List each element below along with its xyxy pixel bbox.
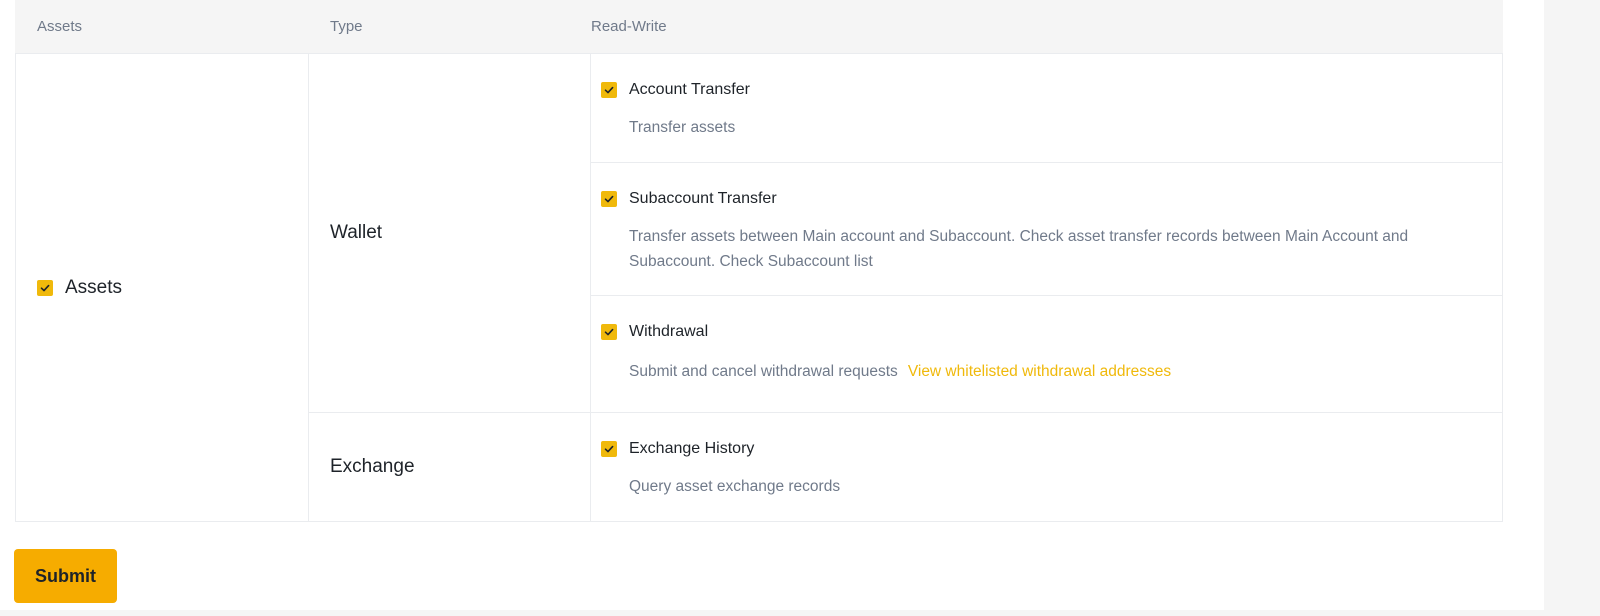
view-whitelist-link[interactable]: View whitelisted withdrawal addresses	[908, 363, 1171, 380]
table-body: Assets Wallet Account Transfer Transfer …	[15, 54, 1503, 522]
check-icon	[604, 328, 614, 336]
assets-cell: Assets	[16, 54, 309, 521]
group-wallet: Wallet Account Transfer Transfer assets	[309, 54, 1502, 413]
check-icon	[604, 445, 614, 453]
subaccount-transfer-title: Subaccount Transfer	[629, 190, 777, 207]
withdrawal-desc: Submit and cancel withdrawal requests Vie…	[629, 359, 1442, 384]
table-header: Assets Type Read-Write	[15, 0, 1503, 54]
permissions-page: Assets Type Read-Write Assets Wallet Acc…	[0, 0, 1544, 610]
perm-exchange-history: Exchange History Query asset exchange re…	[591, 413, 1502, 521]
subaccount-transfer-checkbox[interactable]	[601, 191, 617, 207]
check-icon	[40, 284, 50, 291]
perm-subaccount-transfer: Subaccount Transfer Transfer assets betw…	[591, 163, 1502, 296]
exchange-permissions: Exchange History Query asset exchange re…	[591, 413, 1502, 521]
group-exchange: Exchange Exchange History Query asset ex…	[309, 413, 1502, 521]
submit-button[interactable]: Submit	[14, 549, 117, 603]
withdrawal-desc-text: Submit and cancel withdrawal requests	[629, 363, 898, 380]
right-rail	[1544, 0, 1600, 616]
account-transfer-checkbox[interactable]	[601, 82, 617, 98]
assets-label: Assets	[65, 276, 123, 298]
account-transfer-title: Account Transfer	[629, 81, 750, 98]
header-assets: Assets	[37, 18, 83, 35]
wallet-permissions: Account Transfer Transfer assets Subacco…	[591, 54, 1502, 412]
check-icon	[604, 195, 614, 203]
type-wallet: Wallet	[309, 54, 591, 412]
header-read-write: Read-Write	[591, 18, 667, 35]
withdrawal-checkbox[interactable]	[601, 324, 617, 340]
withdrawal-title: Withdrawal	[629, 323, 709, 340]
account-transfer-desc: Transfer assets	[629, 119, 736, 136]
groups-column: Wallet Account Transfer Transfer assets	[309, 54, 1502, 521]
permissions-table: Assets Type Read-Write Assets Wallet Acc…	[15, 0, 1503, 522]
type-exchange: Exchange	[309, 413, 591, 521]
exchange-history-title: Exchange History	[629, 440, 755, 457]
perm-withdrawal: Withdrawal Submit and cancel withdrawal …	[591, 296, 1502, 412]
subaccount-transfer-desc: Transfer assets between Main account and…	[629, 228, 1409, 270]
perm-account-transfer: Account Transfer Transfer assets	[591, 54, 1502, 163]
check-icon	[604, 86, 614, 94]
bottom-strip	[0, 610, 1544, 616]
header-type: Type	[330, 18, 363, 35]
exchange-history-checkbox[interactable]	[601, 441, 617, 457]
exchange-history-desc: Query asset exchange records	[629, 478, 841, 495]
assets-checkbox[interactable]	[37, 279, 53, 296]
